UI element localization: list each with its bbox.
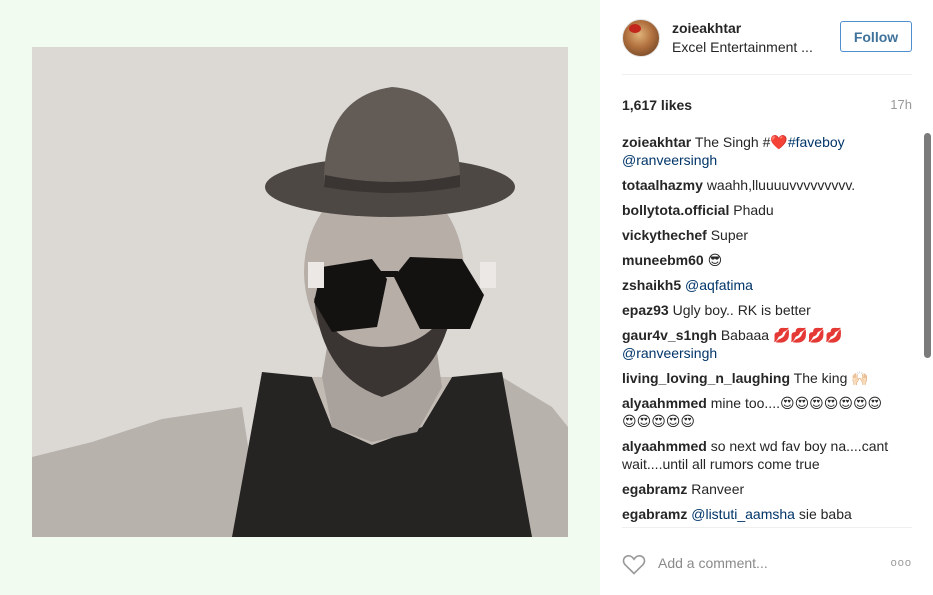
comment-item: gaur4v_s1ngh Babaaa 💋💋💋💋 @ranveersingh — [622, 326, 894, 362]
comment-username[interactable]: living_loving_n_laughing — [622, 370, 790, 386]
media-pane — [0, 0, 600, 595]
comment-username[interactable]: muneebm60 — [622, 252, 704, 268]
comment-item: alyaahmmed so next wd fav boy na....cant… — [622, 437, 894, 473]
likes-count[interactable]: 1,617 likes — [622, 97, 692, 113]
comment-item: zshaikh5 @aqfatima — [622, 276, 894, 294]
heart-emoji: ❤️ — [770, 134, 788, 150]
more-options-icon[interactable]: ooo — [886, 557, 912, 569]
comment-username[interactable]: alyaahmmed — [622, 438, 707, 454]
comment-username[interactable]: zoieakhtar — [622, 134, 691, 150]
comment-item: alyaahmmed mine too....😍😍😍😍😍😍😍😍😍😍😍😍 — [622, 394, 894, 430]
post-photo[interactable] — [32, 47, 568, 537]
comments-list[interactable]: zoieakhtar The Singh #❤️#faveboy @ranvee… — [622, 133, 912, 528]
comment-text: 😎 — [707, 252, 723, 268]
post-photo-illustration — [32, 47, 568, 537]
post-header: zoieakhtar Excel Entertainment ... Follo… — [622, 17, 912, 75]
comment-username[interactable]: epaz93 — [622, 302, 669, 318]
like-heart-icon[interactable] — [622, 553, 646, 575]
comment-username[interactable]: egabramz — [622, 481, 687, 497]
location-link[interactable]: Excel Entertainment ... — [672, 39, 813, 56]
scrollbar-thumb[interactable] — [924, 133, 931, 358]
comment-username[interactable]: gaur4v_s1ngh — [622, 327, 717, 343]
comment-mention[interactable]: @listuti_aamsha — [691, 506, 795, 522]
comment-username[interactable]: alyaahmmed — [622, 395, 707, 411]
post-time[interactable]: 17h — [890, 97, 912, 112]
comment-username[interactable]: egabramz — [622, 506, 687, 522]
comment-text: Ranveer — [691, 481, 745, 497]
user-info: zoieakhtar Excel Entertainment ... — [672, 20, 813, 56]
comment-mention[interactable]: @aqfatima — [685, 277, 753, 293]
comment-item: muneebm60 😎 — [622, 251, 894, 269]
comment-username[interactable]: bollytota.official — [622, 202, 729, 218]
comments-scrollbar[interactable] — [923, 133, 931, 528]
avatar[interactable] — [622, 19, 660, 57]
comment-item: epaz93 Ugly boy.. RK is better — [622, 301, 894, 319]
username-link[interactable]: zoieakhtar — [672, 20, 813, 37]
comment-item: vickythechef Super — [622, 226, 894, 244]
comment-text: The king 🙌🏻 — [793, 370, 869, 386]
comment-username[interactable]: zshaikh5 — [622, 277, 681, 293]
comment-mention[interactable]: @ranveersingh — [622, 152, 717, 168]
comment-footer: ooo — [622, 545, 912, 581]
comment-item: egabramz Ranveer — [622, 480, 894, 498]
comment-item: living_loving_n_laughing The king 🙌🏻 — [622, 369, 894, 387]
follow-button[interactable]: Follow — [840, 21, 912, 52]
post-sidebar: zoieakhtar Excel Entertainment ... Follo… — [600, 0, 933, 595]
comment-text: Ugly boy.. RK is better — [672, 302, 811, 318]
comment-hashtag[interactable]: #faveboy — [788, 134, 845, 150]
comment-item: totaalhazmy waahh,lluuuuvvvvvvvvv. — [622, 176, 894, 194]
likes-row: 1,617 likes 17h — [622, 97, 912, 115]
comment-username[interactable]: totaalhazmy — [622, 177, 703, 193]
comment-text: Babaaa 💋💋💋💋 — [720, 327, 843, 343]
add-comment-input[interactable] — [658, 551, 858, 575]
comment-item: bollytota.official Phadu — [622, 201, 894, 219]
comment-mention[interactable]: @ranveersingh — [622, 345, 717, 361]
comment-text: Super — [710, 227, 749, 243]
comment-item: egabramz @listuti_aamsha sie baba — [622, 505, 894, 523]
comment-text: sie baba — [794, 506, 852, 522]
comment-text: waahh,lluuuuvvvvvvvvv. — [706, 177, 856, 193]
comment-text: Phadu — [733, 202, 774, 218]
comment-username[interactable]: vickythechef — [622, 227, 707, 243]
comment-text: The Singh # — [694, 134, 771, 150]
comment-item: zoieakhtar The Singh #❤️#faveboy @ranvee… — [622, 133, 894, 169]
